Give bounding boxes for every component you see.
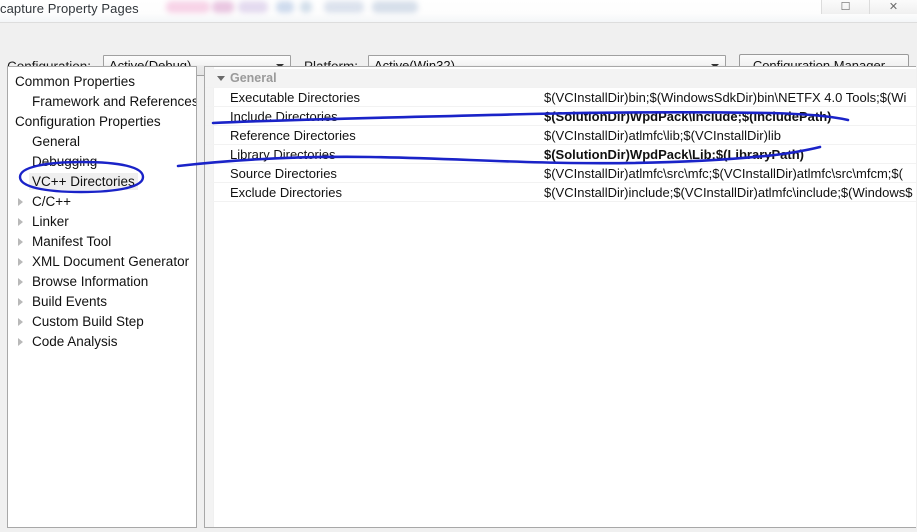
tree-item-label: Common Properties: [15, 74, 136, 89]
tree-item-manifest-tool[interactable]: Manifest Tool: [18, 232, 112, 252]
property-value[interactable]: $(SolutionDir)WpdPack\Lib;$(LibraryPath): [544, 146, 804, 163]
grid-row[interactable]: Executable Directories $(VCInstallDir)bin…: [205, 88, 916, 107]
property-pages-window: capture Property Pages ☐ ✕ Configuration…: [0, 0, 917, 532]
property-name: Reference Directories: [230, 128, 356, 143]
tree-item-configuration-properties[interactable]: Configuration Properties: [15, 112, 161, 132]
property-name: Executable Directories: [230, 90, 361, 105]
close-icon: ✕: [888, 1, 899, 13]
tree-item-label: Framework and References: [32, 94, 197, 109]
grid-group-header-general[interactable]: General: [205, 69, 916, 88]
property-value[interactable]: $(VCInstallDir)bin;$(WindowsSdkDir)bin\N…: [544, 89, 906, 106]
tree-item-label: Custom Build Step: [32, 314, 144, 329]
tree-item-browse-information[interactable]: Browse Information: [18, 272, 149, 292]
chevron-right-icon[interactable]: [18, 238, 23, 246]
chevron-right-icon[interactable]: [18, 278, 23, 286]
property-name: Include Directories: [230, 109, 338, 124]
title-smear-7: [372, 1, 418, 13]
property-grid[interactable]: General Executable Directories $(VCInstall…: [204, 66, 916, 528]
tree-item-linker[interactable]: Linker: [18, 212, 69, 232]
title-smear-4: [276, 1, 294, 13]
tree-item-label: Configuration Properties: [15, 114, 161, 129]
tree-item-common-properties[interactable]: Common Properties: [15, 72, 135, 92]
tree-item-code-analysis[interactable]: Code Analysis: [18, 332, 118, 352]
grid-row[interactable]: Source Directories $(VCInstallDir)atlmfc\…: [205, 164, 916, 183]
property-name: Library Directories: [230, 147, 336, 162]
window-title: capture Property Pages: [0, 1, 139, 16]
configuration-toolbar: Configuration: Active(Debug) Platform: A…: [0, 22, 917, 78]
triangle-expanded-icon[interactable]: [217, 76, 225, 81]
tree-item-label: VC++ Directories: [29, 173, 138, 190]
title-smear-1: [166, 1, 210, 13]
tree-item-label: XML Document Generator: [32, 254, 190, 269]
chevron-right-icon[interactable]: [18, 318, 23, 326]
grid-row[interactable]: Reference Directories $(VCInstallDir)atlm…: [205, 126, 916, 145]
restore-icon: ☐: [840, 1, 851, 13]
tree-item-build-events[interactable]: Build Events: [18, 292, 108, 312]
title-smear-3: [238, 1, 268, 13]
tree-item-label: Browse Information: [32, 274, 149, 289]
tree-item-general[interactable]: General: [32, 132, 80, 152]
grid-group-label: General: [230, 71, 277, 85]
tree-item-xml-document-generator[interactable]: XML Document Generator: [18, 252, 190, 272]
property-category-tree[interactable]: Common Properties Framework and Reference…: [7, 66, 197, 528]
chevron-right-icon[interactable]: [18, 218, 23, 226]
chevron-right-icon[interactable]: [18, 338, 23, 346]
tree-item-custom-build-step[interactable]: Custom Build Step: [18, 312, 144, 332]
tree-item-label: C/C++: [32, 194, 72, 209]
tree-item-label: General: [32, 134, 81, 149]
title-smear-5: [300, 1, 312, 13]
grid-row[interactable]: Library Directories $(SolutionDir)WpdPack…: [205, 145, 916, 164]
chevron-right-icon[interactable]: [18, 298, 23, 306]
tree-item-label: Build Events: [32, 294, 108, 309]
tree-item-label: Code Analysis: [32, 334, 118, 349]
property-name: Exclude Directories: [230, 185, 342, 200]
property-value[interactable]: $(SolutionDir)WpdPack\Include;$(IncludeP…: [544, 108, 831, 125]
tree-item-c-cpp[interactable]: C/C++: [18, 192, 72, 212]
property-value[interactable]: $(VCInstallDir)atlmfc\lib;$(VCInstallDir…: [544, 127, 781, 144]
property-value[interactable]: $(VCInstallDir)atlmfc\src\mfc;$(VCInstal…: [544, 165, 903, 182]
tree-item-label: Manifest Tool: [32, 234, 112, 249]
title-smear-2: [212, 1, 234, 13]
restore-button[interactable]: ☐: [821, 0, 869, 14]
grid-row[interactable]: Include Directories $(SolutionDir)WpdPack…: [205, 107, 916, 126]
tree-item-label: Linker: [32, 214, 69, 229]
tree-item-vcpp-directories[interactable]: VC++ Directories: [29, 172, 138, 192]
property-name: Source Directories: [230, 166, 337, 181]
title-smear-6: [324, 1, 364, 13]
tree-item-framework-and-references[interactable]: Framework and References: [32, 92, 197, 112]
tree-item-label: Debugging: [32, 154, 98, 169]
chevron-right-icon[interactable]: [18, 198, 23, 206]
chevron-right-icon[interactable]: [18, 258, 23, 266]
tree-item-debugging[interactable]: Debugging: [32, 152, 97, 172]
grid-row[interactable]: Exclude Directories $(VCInstallDir)includ…: [205, 183, 916, 202]
property-value[interactable]: $(VCInstallDir)include;$(VCInstallDir)at…: [544, 184, 912, 201]
window-titlebar: capture Property Pages ☐ ✕: [0, 0, 917, 22]
close-button[interactable]: ✕: [869, 0, 917, 14]
window-control-buttons: ☐ ✕: [821, 0, 917, 14]
row-divider: [205, 201, 916, 202]
